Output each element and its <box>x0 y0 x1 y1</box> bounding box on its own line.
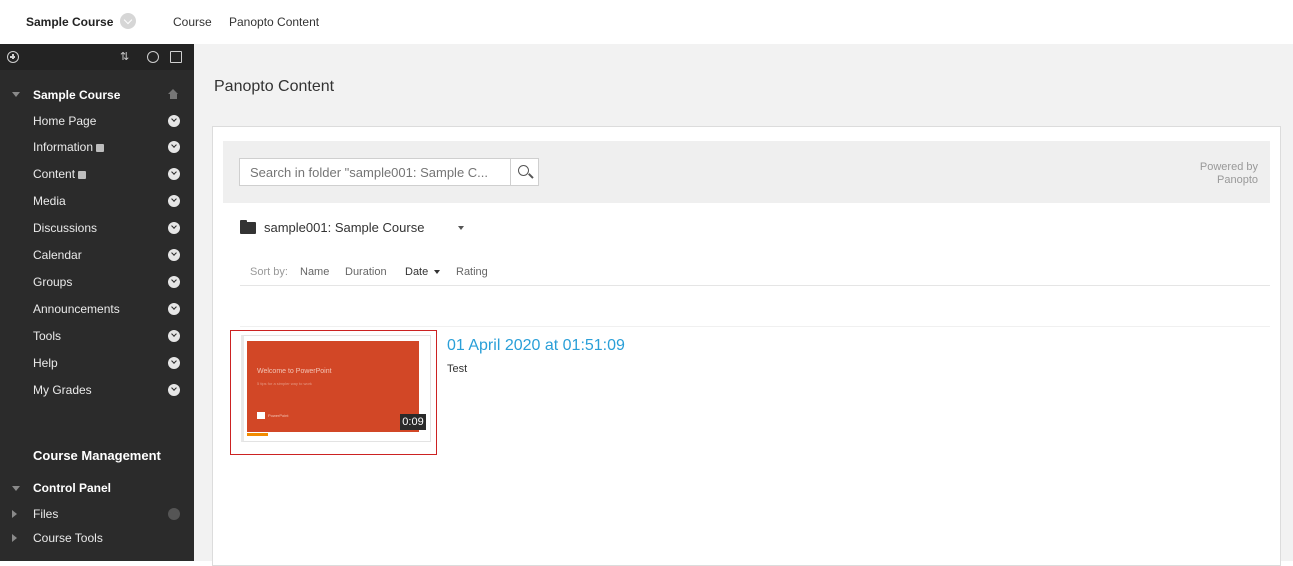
plus-icon[interactable] <box>7 51 19 63</box>
sidebar-item-my-grades[interactable]: My Grades <box>0 377 194 403</box>
breadcrumb-bar: Sample Course Course Panopto Content <box>0 0 1293 44</box>
sidebar-item-label: Help <box>33 356 58 370</box>
course-sidebar: ⇅ Sample Course Home Page Information Co… <box>0 44 194 561</box>
sidebar-item-label: My Grades <box>33 383 92 397</box>
sidebar-item-label: Content <box>33 167 76 181</box>
chevron-down-icon[interactable] <box>168 141 180 153</box>
chevron-down-icon[interactable] <box>168 195 180 207</box>
content-area-icon <box>96 143 105 152</box>
sidebar-item-label: Discussions <box>33 221 98 235</box>
sidebar-item-help[interactable]: Help <box>0 350 194 376</box>
slide-brand: PowerPoint <box>268 413 289 418</box>
breadcrumb-menu-icon[interactable] <box>120 13 136 29</box>
sidebar-item-content[interactable]: Content <box>0 161 194 187</box>
powered-by-line1: Powered by <box>1199 161 1258 173</box>
session-title-link[interactable]: 01 April 2020 at 01:51:09 <box>447 337 625 355</box>
folder-icon <box>240 220 256 234</box>
chevron-down-icon[interactable] <box>168 168 180 180</box>
chevron-right-icon[interactable] <box>168 508 180 520</box>
chevron-down-icon[interactable] <box>168 303 180 315</box>
sidebar-item-label: Groups <box>33 275 73 289</box>
breadcrumb-current: Panopto Content <box>229 15 320 29</box>
breadcrumb-course[interactable]: Sample Course <box>26 15 113 29</box>
folder-name[interactable]: sample001: Sample Course <box>264 220 424 235</box>
main-content: Panopto Content Powered by Panopto sampl… <box>194 44 1293 566</box>
search-input[interactable] <box>239 158 511 186</box>
watch-progress <box>247 433 268 436</box>
session-thumbnail[interactable]: Welcome to PowerPoint 5 tips for a simpl… <box>247 341 419 432</box>
chevron-down-icon[interactable] <box>168 330 180 342</box>
sidebar-sub-course-tools[interactable]: Course Tools <box>0 526 194 550</box>
sort-date[interactable]: Date <box>405 266 428 278</box>
chevron-down-icon[interactable] <box>168 222 180 234</box>
panopto-panel: Powered by Panopto sample001: Sample Cou… <box>212 126 1281 566</box>
sidebar-sub-files[interactable]: Files <box>0 502 194 526</box>
sidebar-item-label: Announcements <box>33 302 120 316</box>
sidebar-item-groups[interactable]: Groups <box>0 269 194 295</box>
search-area: Powered by Panopto <box>223 141 1270 203</box>
chevron-down-icon[interactable] <box>168 357 180 369</box>
sidebar-item-label: Tools <box>33 329 62 343</box>
control-panel-header[interactable]: Control Panel <box>0 476 194 500</box>
sidebar-toolbar: ⇅ <box>0 44 194 70</box>
sidebar-item-information[interactable]: Information <box>0 134 194 160</box>
sidebar-item-label: Information <box>33 140 94 154</box>
sort-label: Sort by: <box>250 266 288 278</box>
folder-icon[interactable] <box>170 51 182 63</box>
breadcrumb-course-link[interactable]: Course <box>173 15 212 29</box>
slide-subtitle: 5 tips for a simpler way to work <box>257 381 312 386</box>
chevron-down-icon[interactable] <box>458 226 464 230</box>
sidebar-item-home-page[interactable]: Home Page <box>0 108 194 134</box>
expand-icon[interactable] <box>12 534 17 542</box>
powered-by-line2: Panopto <box>1217 174 1258 186</box>
duration-badge: 0:09 <box>400 414 426 430</box>
sort-rating[interactable]: Rating <box>456 266 488 278</box>
session-row: Welcome to PowerPoint 5 tips for a simpl… <box>227 327 1267 455</box>
sidebar-item-calendar[interactable]: Calendar <box>0 242 194 268</box>
sidebar-item-label: Home Page <box>33 114 97 128</box>
session-description: Test <box>447 363 468 375</box>
page-title: Panopto Content <box>214 78 335 95</box>
chevron-down-icon[interactable] <box>168 249 180 261</box>
powerpoint-logo-icon <box>257 412 265 419</box>
divider <box>240 285 1270 286</box>
collapse-icon[interactable] <box>12 92 20 97</box>
sidebar-item-tools[interactable]: Tools <box>0 323 194 349</box>
chevron-down-icon[interactable] <box>168 276 180 288</box>
control-panel-title: Control Panel <box>33 481 112 495</box>
sort-duration[interactable]: Duration <box>345 266 387 278</box>
slide-title: Welcome to PowerPoint <box>257 368 332 375</box>
sidebar-item-discussions[interactable]: Discussions <box>0 215 194 241</box>
home-icon <box>168 89 179 99</box>
chevron-down-icon[interactable] <box>168 384 180 396</box>
sidebar-sub-label: Files <box>33 507 59 521</box>
sidebar-sub-label: Course Tools <box>33 531 103 545</box>
sort-icon[interactable]: ⇅ <box>120 51 132 63</box>
sort-name[interactable]: Name <box>300 266 329 278</box>
sidebar-item-media[interactable]: Media <box>0 188 194 214</box>
collapse-icon[interactable] <box>12 486 20 491</box>
chevron-down-icon[interactable] <box>168 115 180 127</box>
sort-desc-icon <box>434 270 440 274</box>
sidebar-course-header[interactable]: Sample Course <box>0 82 194 106</box>
content-area-icon <box>78 170 87 179</box>
sidebar-item-label: Media <box>33 194 66 208</box>
powered-by[interactable]: Powered by Panopto <box>1200 161 1258 187</box>
sidebar-item-label: Calendar <box>33 248 82 262</box>
refresh-icon[interactable] <box>147 51 159 63</box>
search-icon[interactable] <box>510 158 539 186</box>
sidebar-item-announcements[interactable]: Announcements <box>0 296 194 322</box>
course-management-title: Course Management <box>33 448 161 463</box>
expand-icon[interactable] <box>12 510 17 518</box>
sidebar-course-title: Sample Course <box>33 88 121 102</box>
